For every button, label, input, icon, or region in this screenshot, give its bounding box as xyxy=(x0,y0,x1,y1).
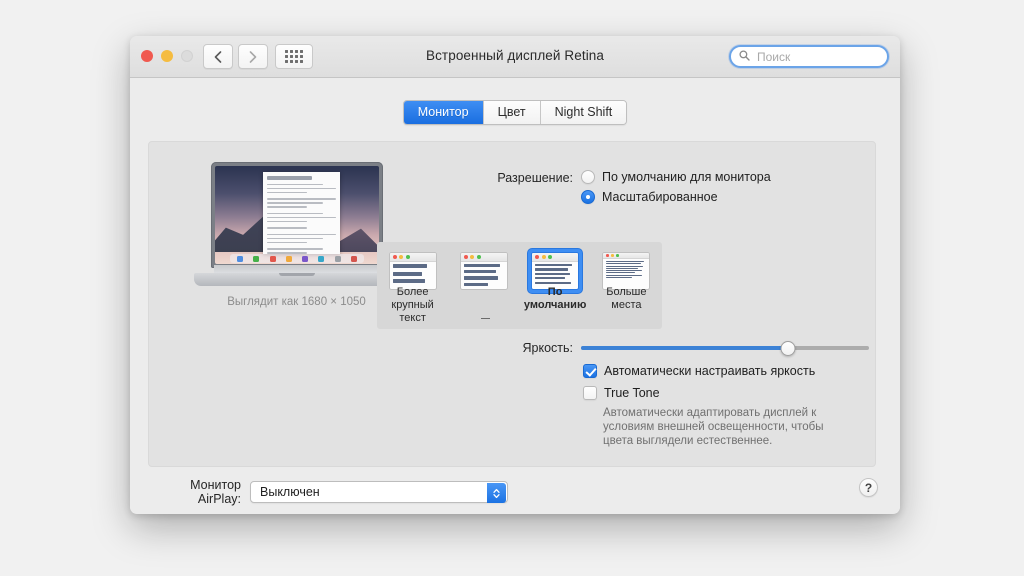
radio-default-for-display[interactable]: По умолчанию для монитора xyxy=(581,170,771,184)
scale-thumbnail-preview xyxy=(531,252,580,290)
preview-dock xyxy=(229,254,365,263)
looks-like-caption: Выглядит как 1680 × 1050 xyxy=(227,296,366,308)
resolution-label: Разрешение: xyxy=(497,171,573,185)
airplay-value: Выключен xyxy=(260,485,320,499)
tab-display[interactable]: Монитор xyxy=(403,101,484,124)
scale-label-default: По умолчанию xyxy=(523,286,587,311)
radio-label-default: По умолчанию для монитора xyxy=(602,170,771,184)
laptop-lid xyxy=(211,162,383,268)
scale-label-more-space: Больше места xyxy=(606,286,647,311)
laptop-base xyxy=(194,273,399,286)
chevron-updown-icon[interactable] xyxy=(487,483,506,503)
help-button[interactable]: ? xyxy=(859,478,878,497)
system-preferences-window: Встроенный дисплей Retina Монитор Цвет N… xyxy=(130,36,900,514)
airplay-row: Монитор AirPlay: Выключен xyxy=(148,478,876,506)
laptop-screen xyxy=(215,166,379,264)
true-tone-row[interactable]: True Tone xyxy=(581,386,869,400)
scale-thumbnail-preview xyxy=(602,252,651,290)
radio-icon-scaled xyxy=(581,190,595,204)
window-titlebar: Встроенный дисплей Retina xyxy=(130,36,900,78)
auto-brightness-checkbox[interactable] xyxy=(583,364,597,378)
scale-thumbnail-preview xyxy=(388,252,437,290)
auto-brightness-row[interactable]: Автоматически настраивать яркость xyxy=(581,364,869,378)
brightness-slider[interactable] xyxy=(581,340,869,356)
radio-scaled[interactable]: Масштабированное xyxy=(581,190,771,204)
true-tone-checkbox[interactable] xyxy=(583,386,597,400)
auto-brightness-label: Автоматически настраивать яркость xyxy=(604,364,816,378)
display-preview: Выглядит как 1680 × 1050 xyxy=(189,162,404,308)
search-field[interactable] xyxy=(729,45,889,68)
airplay-dropdown[interactable]: Выключен xyxy=(250,481,508,503)
true-tone-label: True Tone xyxy=(604,386,660,400)
slider-fill xyxy=(581,346,789,350)
tab-night-shift[interactable]: Night Shift xyxy=(540,101,627,124)
resolution-group: Разрешение: По умолчанию для монитора Ма… xyxy=(479,170,771,210)
brightness-label: Яркость: xyxy=(522,341,573,355)
scaled-labels: Более крупный текст По умолчанию Больше … xyxy=(377,286,662,325)
tab-bar: Монитор Цвет Night Shift xyxy=(130,100,900,125)
true-tone-description: Автоматически адаптировать дисплей к усл… xyxy=(603,407,824,447)
scale-label-larger-text: Более крупный текст xyxy=(391,286,434,324)
airplay-label: Монитор AirPlay: xyxy=(190,478,241,506)
search-input[interactable] xyxy=(755,48,879,65)
slider-knob[interactable] xyxy=(780,340,796,356)
radio-label-scaled: Масштабированное xyxy=(602,190,718,204)
macbook-illustration xyxy=(194,162,399,286)
screenshot-root: Встроенный дисплей Retina Монитор Цвет N… xyxy=(0,0,1024,576)
radio-icon-default xyxy=(581,170,595,184)
tab-group: Монитор Цвет Night Shift xyxy=(402,100,628,125)
scaled-resolution-strip: Более крупный текст По умолчанию Больше … xyxy=(377,242,662,329)
brightness-group: Яркость: Автоматически настраивать яркос… xyxy=(479,340,869,448)
window-body: Монитор Цвет Night Shift Выглядит как 16… xyxy=(130,78,900,513)
display-settings-panel: Выглядит как 1680 × 1050 Разрешение: По … xyxy=(148,141,876,467)
laptop-keyboard xyxy=(214,265,380,273)
scale-thumbnail-preview xyxy=(459,252,508,290)
tab-color[interactable]: Цвет xyxy=(483,101,541,124)
search-icon xyxy=(739,48,750,66)
scale-label-spacer xyxy=(448,286,519,325)
preview-document-window xyxy=(262,171,340,255)
